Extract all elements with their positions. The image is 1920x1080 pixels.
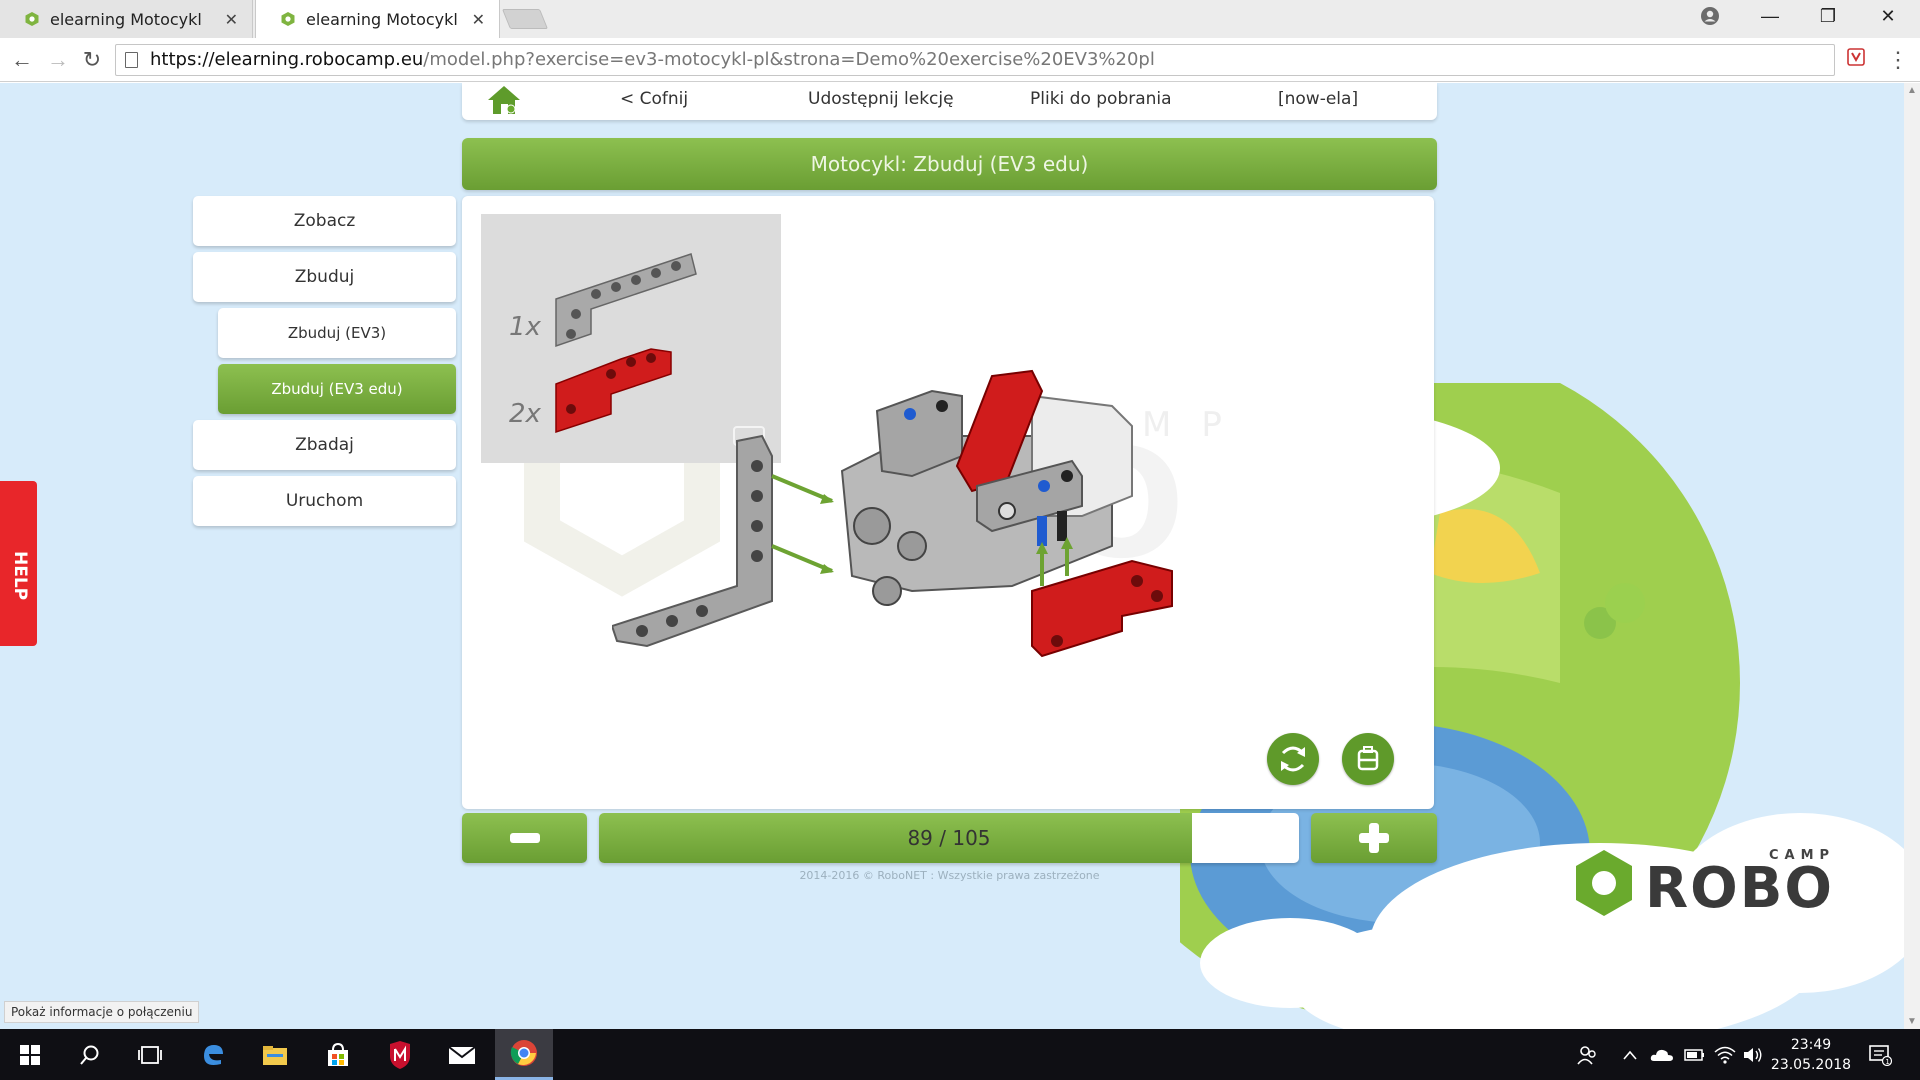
page-info-icon[interactable] [125, 52, 138, 68]
windows-start-icon[interactable] [5, 1029, 55, 1080]
part-quantity: 2x [509, 399, 541, 429]
help-label: HELP [10, 551, 30, 601]
copyright-text: 2014-2016 © RoboNET : Wszystkie prawa za… [799, 869, 1100, 882]
url-path: /model.php?exercise=ev3-motocykl-pl&stro… [423, 49, 1155, 70]
browser-tab-strip: elearning Motocykl ✕ elearning Motocykl … [0, 0, 1920, 38]
action-center-icon[interactable]: 1 [1868, 1029, 1892, 1080]
menu-zbuduj[interactable]: Zbuduj [193, 252, 456, 302]
restore-window-button[interactable]: ❐ [1808, 6, 1848, 32]
robocamp-favicon-icon [24, 11, 40, 27]
robocamp-favicon-icon [280, 11, 296, 27]
minus-icon [510, 833, 540, 843]
show-hidden-icons-icon[interactable] [1622, 1029, 1638, 1080]
rotate-view-button[interactable] [1267, 733, 1319, 785]
mcafee-shield-icon[interactable] [375, 1029, 425, 1080]
top-navigation: < Cofnij Udostępnij lekcję Pliki do pobr… [462, 83, 1437, 120]
back-link[interactable]: < Cofnij [620, 89, 688, 109]
clock-date: 23.05.2018 [1770, 1057, 1852, 1073]
connection-info-tooltip: Pokaż informacje o połączeniu [4, 1001, 200, 1023]
browser-menu-icon[interactable]: ⋮ [1884, 46, 1912, 74]
tab-title: elearning Motocykl [50, 9, 202, 29]
hexagon-logo-icon [1576, 850, 1632, 916]
close-tab-icon[interactable]: ✕ [225, 10, 238, 29]
scroll-down-icon[interactable]: ▼ [1907, 1016, 1917, 1027]
share-lesson-link[interactable]: Udostępnij lekcję [808, 89, 954, 109]
store-icon[interactable] [313, 1029, 363, 1080]
previous-step-button[interactable] [462, 813, 587, 863]
new-tab-button[interactable] [501, 9, 549, 29]
task-view-icon[interactable] [125, 1029, 175, 1080]
volume-icon[interactable] [1742, 1029, 1764, 1080]
back-arrow-icon[interactable]: ← [8, 46, 36, 74]
step-counter: 89 / 105 [907, 826, 991, 850]
minimize-window-button[interactable]: — [1750, 6, 1790, 32]
menu-uruchom[interactable]: Uruchom [193, 476, 456, 526]
tab-title: elearning Motocykl [306, 9, 458, 29]
close-window-button[interactable]: ✕ [1868, 6, 1908, 32]
system-clock[interactable]: 23:49 23.05.2018 [1766, 1035, 1856, 1075]
part-quantity: 1x [509, 312, 541, 342]
rotate-icon [1281, 746, 1305, 772]
step-progress-bar: 89 / 105 [599, 813, 1299, 863]
forward-arrow-icon[interactable]: → [44, 46, 72, 74]
profile-icon[interactable] [1690, 6, 1730, 32]
battery-icon[interactable] [1684, 1029, 1706, 1080]
svg-text:1: 1 [1885, 1057, 1889, 1065]
downloads-link[interactable]: Pliki do pobrania [1030, 89, 1172, 109]
menu-zbadaj[interactable]: Zbadaj [193, 420, 456, 470]
url-host: https://elearning.robocamp.eu [150, 49, 424, 70]
windows-taskbar: 23:49 23.05.2018 1 [0, 1029, 1920, 1080]
help-tab[interactable]: HELP [0, 481, 37, 646]
plus-icon [1359, 823, 1389, 853]
reload-icon[interactable]: ↻ [78, 46, 106, 74]
next-step-button[interactable] [1311, 813, 1437, 863]
page-scrollbar[interactable]: ▲ ▼ [1904, 83, 1920, 1029]
scroll-up-icon[interactable]: ▲ [1907, 85, 1917, 96]
file-explorer-icon[interactable] [250, 1029, 300, 1080]
build-step-panel: MP RO 1x 2x [462, 196, 1434, 809]
close-tab-icon[interactable]: ✕ [472, 10, 485, 29]
people-icon[interactable] [1576, 1029, 1598, 1080]
menu-zobacz[interactable]: Zobacz [193, 196, 456, 246]
extension-shield-icon[interactable] [1842, 46, 1870, 74]
browser-tab-2[interactable]: elearning Motocykl ✕ [255, 0, 500, 38]
browser-tab-1[interactable]: elearning Motocykl ✕ [0, 0, 253, 38]
mail-icon[interactable] [437, 1029, 487, 1080]
home-icon[interactable] [486, 83, 522, 117]
onedrive-cloud-icon[interactable] [1650, 1029, 1674, 1080]
page-viewport: CAMP ROBO < Cofnij Udostępnij lekcję Pli… [0, 83, 1904, 1029]
clock-time: 23:49 [1790, 1037, 1832, 1053]
toolbox-icon [1357, 746, 1379, 771]
ev3-model-illustration [612, 369, 1173, 658]
logo-big-text: ROBO [1645, 856, 1835, 921]
address-bar[interactable]: https://elearning.robocamp.eu/model.php?… [115, 44, 1835, 76]
wifi-icon[interactable] [1714, 1029, 1736, 1080]
menu-zbuduj-ev3-edu[interactable]: Zbuduj (EV3 edu) [218, 364, 456, 414]
robocamp-logo: CAMP ROBO [1573, 848, 1863, 928]
parts-toggle-button[interactable] [1342, 733, 1394, 785]
edge-browser-icon[interactable] [188, 1029, 238, 1080]
chrome-icon[interactable] [495, 1029, 553, 1080]
page-title: Motocykl: Zbuduj (EV3 edu) [462, 138, 1437, 190]
user-link[interactable]: [now-ela] [1278, 89, 1358, 109]
menu-zbuduj-ev3[interactable]: Zbuduj (EV3) [218, 308, 456, 358]
search-icon[interactable] [65, 1029, 115, 1080]
